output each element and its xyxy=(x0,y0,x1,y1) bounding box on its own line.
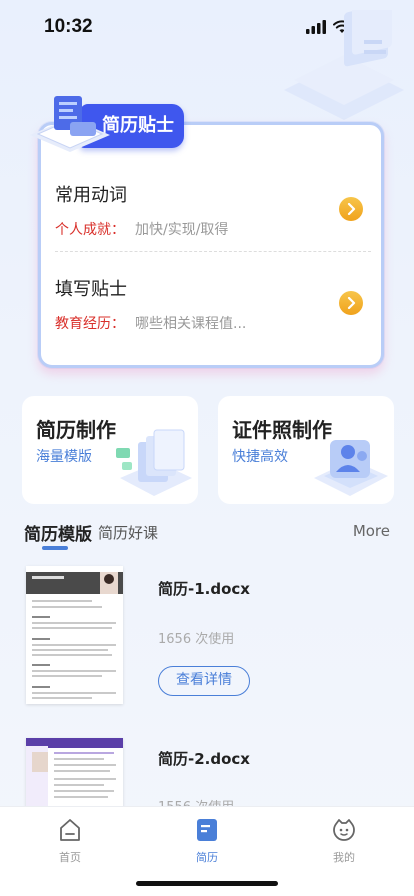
tip-value: 哪些相关课程值... xyxy=(135,316,247,332)
tip-divider xyxy=(55,251,371,252)
template-name: 简历-1.docx xyxy=(158,580,250,598)
template-tabs: 简历模版 简历好课 More xyxy=(24,520,390,556)
tip-subtitle: 教育经历： 哪些相关课程值... xyxy=(55,313,371,333)
feature-subtitle: 海量模版 xyxy=(36,449,92,465)
home-icon xyxy=(60,819,80,841)
tips-illustration xyxy=(30,96,110,152)
template-thumbnail[interactable] xyxy=(26,566,123,704)
tip-item-fill[interactable]: 填写贴士 教育经历： 哪些相关课程值... xyxy=(55,275,371,333)
tip-key: 教育经历： xyxy=(55,316,125,332)
resume-icon xyxy=(197,819,217,841)
nav-label: 我的 xyxy=(333,851,355,864)
tip-key: 个人成就： xyxy=(55,222,125,238)
template-item[interactable]: 简历-1.docx 1656 次使用 查看详情 xyxy=(0,566,414,726)
chevron-right-icon[interactable] xyxy=(339,291,363,315)
tip-title: 填写贴士 xyxy=(55,279,127,300)
tab-resume-templates[interactable]: 简历模版 xyxy=(24,520,92,545)
nav-profile[interactable]: 我的 xyxy=(304,817,384,865)
tip-subtitle: 个人成就： 加快/实现/取得 xyxy=(55,219,371,239)
active-tab-indicator xyxy=(42,546,68,550)
resume-maker-card[interactable]: 简历制作 海量模版 xyxy=(22,396,198,504)
home-indicator xyxy=(136,881,278,886)
nav-label: 简历 xyxy=(196,851,218,864)
feature-title: 简历制作 xyxy=(36,418,116,442)
document-stack-illustration xyxy=(284,10,404,120)
more-link[interactable]: More xyxy=(353,522,390,540)
nav-label: 首页 xyxy=(59,851,81,864)
tip-item-verbs[interactable]: 常用动词 个人成就： 加快/实现/取得 xyxy=(55,181,371,239)
chevron-right-icon[interactable] xyxy=(339,197,363,221)
template-name: 简历-2.docx xyxy=(158,750,250,768)
tab-resume-courses[interactable]: 简历好课 xyxy=(98,522,158,543)
tip-title: 常用动词 xyxy=(55,185,127,206)
id-photo-icon xyxy=(314,440,388,496)
nav-resume[interactable]: 简历 xyxy=(167,817,247,865)
status-time: 10:32 xyxy=(44,16,93,37)
id-photo-card[interactable]: 证件照制作 快捷高效 xyxy=(218,396,394,504)
nav-home[interactable]: 首页 xyxy=(30,817,110,865)
view-details-button[interactable]: 查看详情 xyxy=(158,666,250,696)
tip-value: 加快/实现/取得 xyxy=(135,222,229,238)
document-stack-icon xyxy=(116,429,192,496)
profile-icon xyxy=(333,819,355,841)
template-usage: 1656 次使用 xyxy=(158,632,235,647)
feature-subtitle: 快捷高效 xyxy=(232,449,288,465)
